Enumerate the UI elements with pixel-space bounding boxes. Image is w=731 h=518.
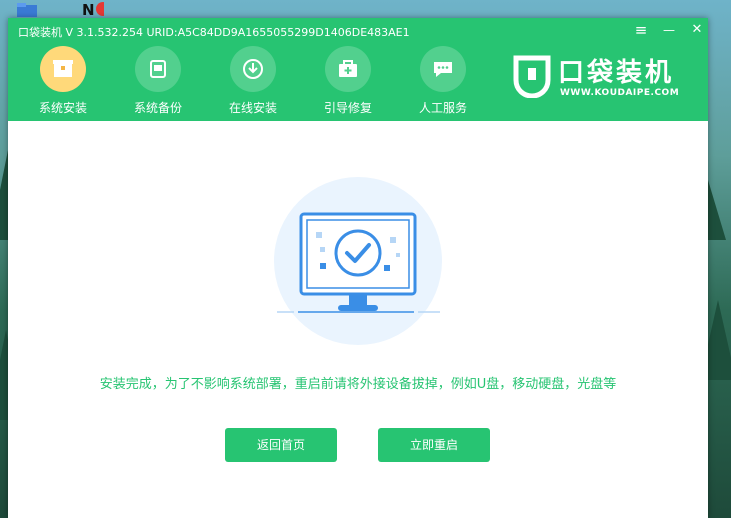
- brand-name: 口袋装机: [558, 58, 675, 88]
- svg-text:N: N: [82, 1, 95, 16]
- monitor-check-icon: [277, 212, 440, 313]
- nav-item-boot-repair[interactable]: 引导修复: [308, 46, 388, 118]
- window-title: 口袋装机 V 3.1.532.254 URID:A5C84DD9A1655055…: [18, 26, 410, 39]
- system-backup-icon: [135, 46, 181, 92]
- brand-url: WWW.KOUDAIPE.COM: [560, 88, 680, 98]
- nav-label: 在线安装: [228, 101, 277, 115]
- brand-logo: 口袋装机 WWW.KOUDAIPE.COM: [508, 52, 688, 102]
- minimize-icon[interactable]: —: [658, 23, 680, 37]
- back-home-button[interactable]: 返回首页: [225, 428, 337, 462]
- chat-service-icon: [420, 46, 466, 92]
- desktop-app-icon[interactable]: N: [82, 0, 104, 16]
- nav-item-system-install[interactable]: 系统安装: [23, 46, 103, 118]
- nav-item-chat-service[interactable]: 人工服务: [403, 46, 483, 118]
- nav-item-system-backup[interactable]: 系统备份: [118, 46, 198, 118]
- system-install-icon: [40, 46, 86, 92]
- nav-item-online-install[interactable]: 在线安装: [213, 46, 293, 118]
- menu-icon[interactable]: ≡: [630, 21, 652, 39]
- main-content: 安装完成，为了不影响系统部署，重启前请将外接设备拔掉，例如U盘，移动硬盘，光盘等…: [8, 121, 708, 518]
- nav-label: 系统安装: [38, 101, 87, 115]
- app-window: 口袋装机 V 3.1.532.254 URID:A5C84DD9A1655055…: [8, 18, 708, 518]
- pocket-logo-icon: [513, 55, 551, 98]
- online-install-icon: [230, 46, 276, 92]
- boot-repair-icon: [325, 46, 371, 92]
- header-bar: 口袋装机 V 3.1.532.254 URID:A5C84DD9A1655055…: [8, 18, 708, 121]
- restart-now-button[interactable]: 立即重启: [378, 428, 490, 462]
- desktop-folder-icon[interactable]: [16, 2, 38, 18]
- nav-label: 系统备份: [133, 101, 182, 115]
- nav-label: 引导修复: [323, 101, 372, 115]
- completion-message: 安装完成，为了不影响系统部署，重启前请将外接设备拔掉，例如U盘，移动硬盘，光盘等: [99, 377, 617, 392]
- close-icon[interactable]: ✕: [686, 22, 708, 37]
- nav-label: 人工服务: [418, 101, 467, 115]
